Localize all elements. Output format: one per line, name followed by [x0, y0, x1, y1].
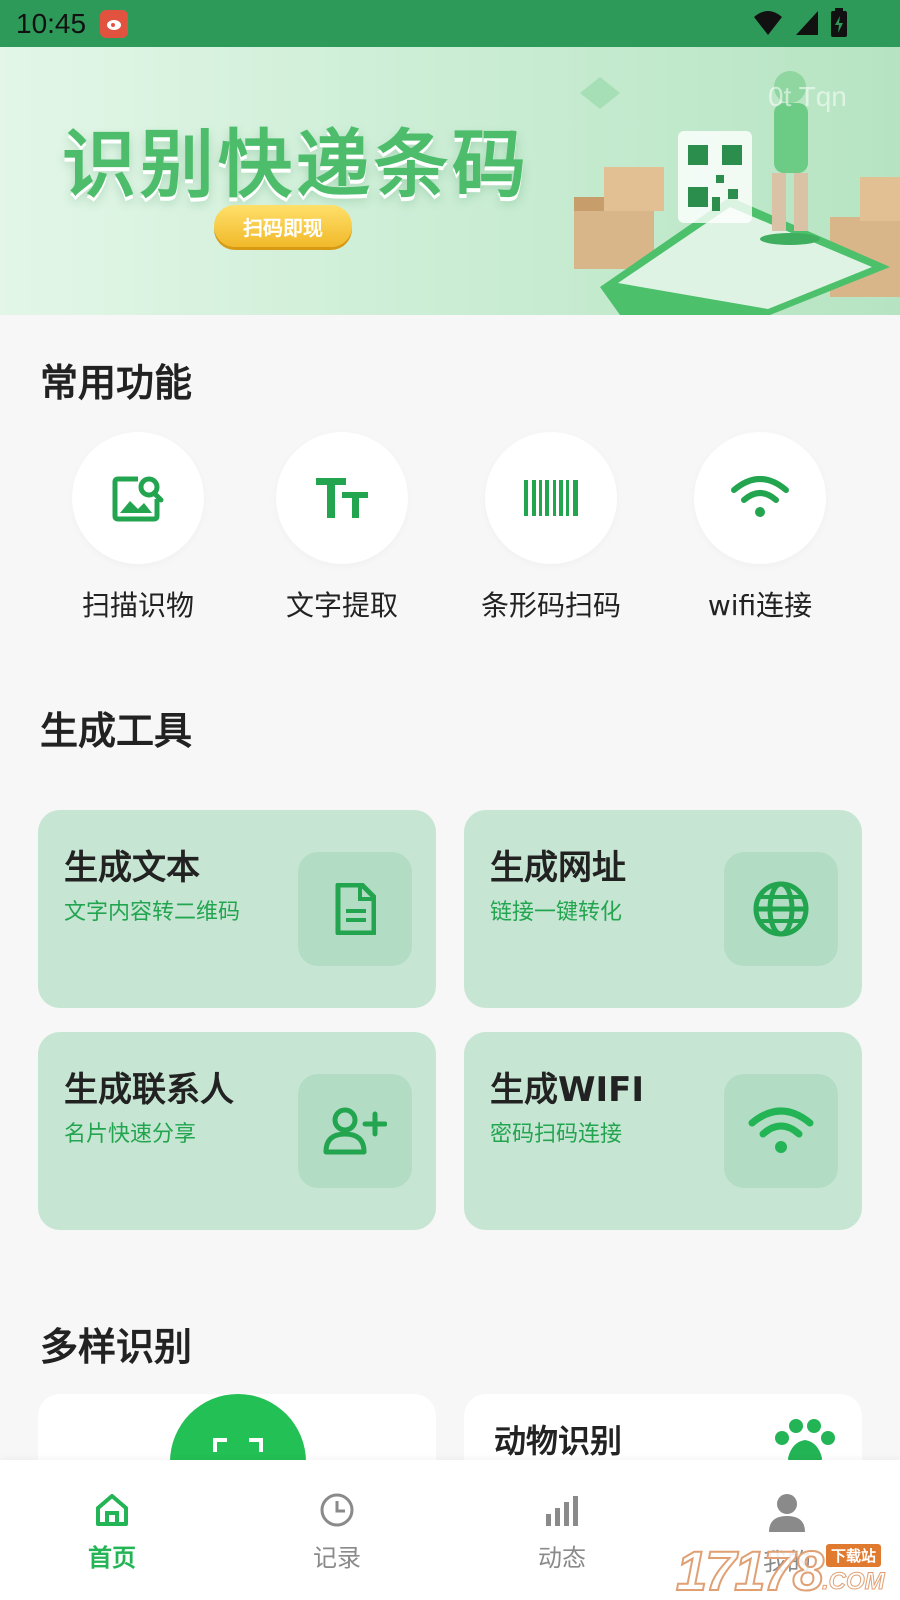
document-icon: [335, 883, 376, 935]
tool-card-icon-box: [724, 852, 838, 966]
status-indicators: [752, 8, 848, 38]
quick-action-scan-object[interactable]: 扫描识物: [38, 432, 238, 624]
recognition-card-title: 动物识别: [494, 1422, 623, 1460]
user-icon: [769, 1494, 805, 1532]
banner-illustration: [574, 71, 900, 315]
site-watermark: 17178 下载站 .COM: [675, 1538, 900, 1600]
quick-action-circle[interactable]: [72, 432, 204, 564]
tool-card-text[interactable]: 生成文本 文字内容转二维码: [38, 810, 436, 1008]
cell-signal-icon: [796, 11, 818, 35]
add-user-icon: [323, 1107, 387, 1155]
quick-action-circle[interactable]: [485, 432, 617, 564]
banner-title: 识别快递条码: [62, 122, 530, 208]
quick-action-label: wifi连接: [707, 589, 813, 622]
quick-action-label: 文字提取: [285, 589, 398, 622]
tool-card-url[interactable]: 生成网址 链接一键转化: [464, 810, 862, 1008]
globe-icon: [753, 881, 809, 937]
quick-action-wifi[interactable]: wifi连接: [660, 432, 860, 624]
tool-card-subtitle: 文字内容转二维码: [64, 900, 241, 925]
tool-card-title: 生成网址: [490, 848, 626, 888]
nav-label: 记录: [313, 1544, 361, 1572]
nav-tab-feed[interactable]: 动态: [502, 1492, 622, 1573]
tool-card-icon-box: [298, 1074, 412, 1188]
site-watermark-tag: 下载站: [826, 1544, 882, 1567]
status-time: 10:45: [16, 7, 87, 39]
quick-action-circle[interactable]: [276, 432, 408, 564]
banner-watermark: 0t Tqn: [768, 81, 847, 112]
tool-card-title: 生成文本: [64, 848, 200, 888]
nav-label: 首页: [88, 1544, 136, 1572]
tool-card-icon-box: [724, 1074, 838, 1188]
tool-card-title: 生成联系人: [64, 1070, 234, 1110]
barcode-icon: [524, 480, 578, 516]
site-watermark-number: 17178: [675, 1538, 825, 1600]
quick-action-circle[interactable]: [694, 432, 826, 564]
text-size-icon: [316, 478, 368, 518]
wifi-icon: [731, 476, 789, 517]
nav-label: 动态: [538, 1544, 586, 1572]
weibo-notification-icon: [100, 9, 129, 38]
clock-icon: [320, 1493, 354, 1527]
bar-chart-icon: [546, 1496, 578, 1526]
quick-action-barcode[interactable]: 条形码扫码: [451, 432, 651, 624]
promo-banner[interactable]: 识别快递条码 扫码即现 0t Tqn: [0, 47, 900, 315]
nav-tab-records[interactable]: 记录: [277, 1492, 397, 1573]
battery-icon: [831, 8, 847, 37]
tool-card-subtitle: 链接一键转化: [490, 900, 623, 925]
quick-action-label: 扫描识物: [81, 589, 194, 622]
section-title-recognition: 多样识别: [40, 1325, 193, 1369]
wifi-signal-icon: [754, 11, 782, 35]
home-icon: [96, 1494, 128, 1526]
tool-card-icon-box: [298, 852, 412, 966]
nav-tab-home[interactable]: 首页: [52, 1492, 172, 1573]
status-bar: 10:45: [0, 0, 900, 47]
section-title-common: 常用功能: [40, 361, 193, 405]
tool-card-subtitle: 名片快速分享: [64, 1122, 197, 1147]
section-title-tools: 生成工具: [40, 709, 193, 753]
quick-action-label: 条形码扫码: [480, 589, 621, 622]
banner-scan-button[interactable]: 扫码即现: [214, 205, 352, 247]
quick-action-text-extract[interactable]: 文字提取: [242, 432, 442, 624]
tool-card-wifi[interactable]: 生成WIFI 密码扫码连接: [464, 1032, 862, 1230]
tool-card-subtitle: 密码扫码连接: [490, 1122, 623, 1147]
wifi-icon: [748, 1107, 814, 1153]
tool-card-contact[interactable]: 生成联系人 名片快速分享: [38, 1032, 436, 1230]
tool-card-title: 生成WIFI: [490, 1070, 645, 1110]
site-watermark-domain: .COM: [822, 1568, 886, 1596]
image-search-icon: [112, 476, 164, 522]
